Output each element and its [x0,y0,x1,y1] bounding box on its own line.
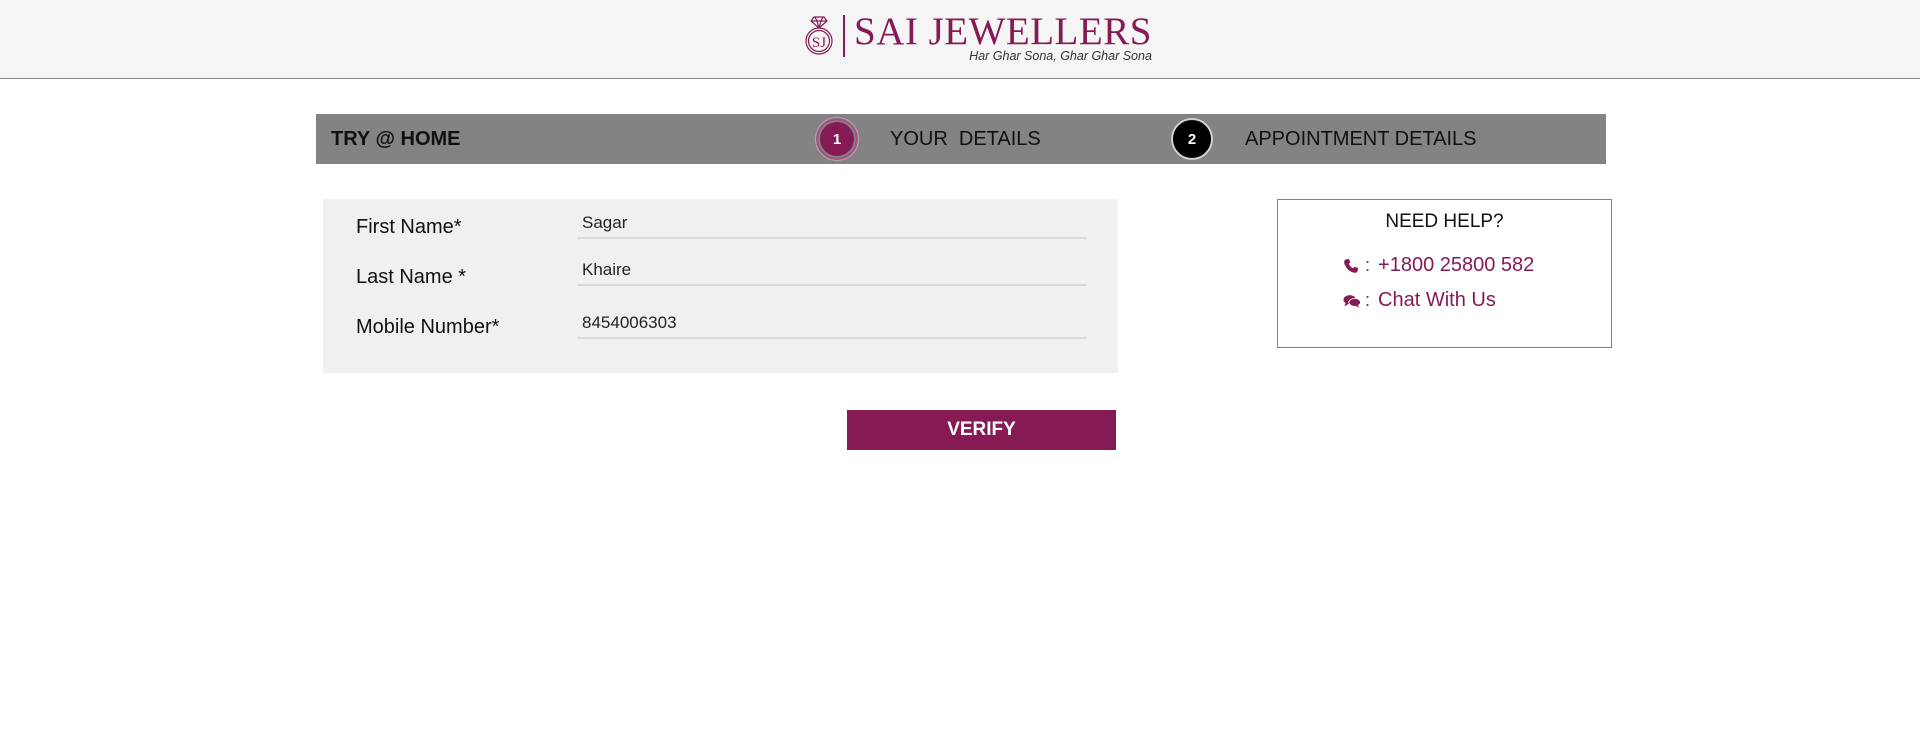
need-help-title: NEED HELP? [1385,211,1504,232]
sj-monogram-logo-icon: SJ [805,16,833,55]
step-1-number: 1 [832,130,842,148]
step-2-indicator: 2 [1171,118,1213,160]
help-chat-row[interactable]: : Chat With Us [1343,289,1496,312]
brand-separator [843,15,845,57]
help-phone-row[interactable]: : +1800 25800 582 [1343,254,1534,277]
first-name-label: First Name* [356,216,462,238]
help-chat-link[interactable]: Chat With Us [1378,289,1496,312]
mobile-number-label: Mobile Number* [356,316,500,338]
step-2-number: 2 [1187,130,1197,148]
brand-logo-link[interactable]: SJ SAI JEWELLERS Har Ghar Sona, Ghar Gha… [802,10,1152,63]
mobile-number-input[interactable] [577,309,1087,339]
chat-separator: : [1365,290,1371,310]
steps-title: TRY @ HOME [331,128,461,150]
first-name-input[interactable] [577,209,1087,239]
svg-text:SJ: SJ [812,35,826,51]
step-2-label: APPOINTMENT DETAILS [1245,128,1477,150]
help-phone-number[interactable]: +1800 25800 582 [1378,254,1534,277]
verify-button[interactable]: VERIFY [847,410,1116,450]
steps-bar: TRY @ HOME 1 YOUR DETAILS 2 APPOINTMENT … [316,114,1606,164]
details-form: First Name* Last Name * Mobile Number* [323,199,1118,373]
chat-bubbles-icon [1343,292,1361,310]
brand-text: SAI JEWELLERS Har Ghar Sona, Ghar Ghar S… [854,10,1152,63]
step-1-label: YOUR DETAILS [890,128,1041,150]
phone-icon [1343,257,1361,275]
phone-separator: : [1365,255,1371,275]
last-name-input[interactable] [577,256,1087,286]
site-header: SJ SAI JEWELLERS Har Ghar Sona, Ghar Gha… [0,0,1920,79]
brand-tagline: Har Ghar Sona, Ghar Ghar Sona [969,49,1152,63]
brand-name: SAI JEWELLERS [854,10,1152,53]
last-name-label: Last Name * [356,266,467,288]
need-help-box: NEED HELP? : +1800 25800 582 : Chat With… [1277,199,1612,348]
step-1-indicator: 1 [816,118,858,160]
